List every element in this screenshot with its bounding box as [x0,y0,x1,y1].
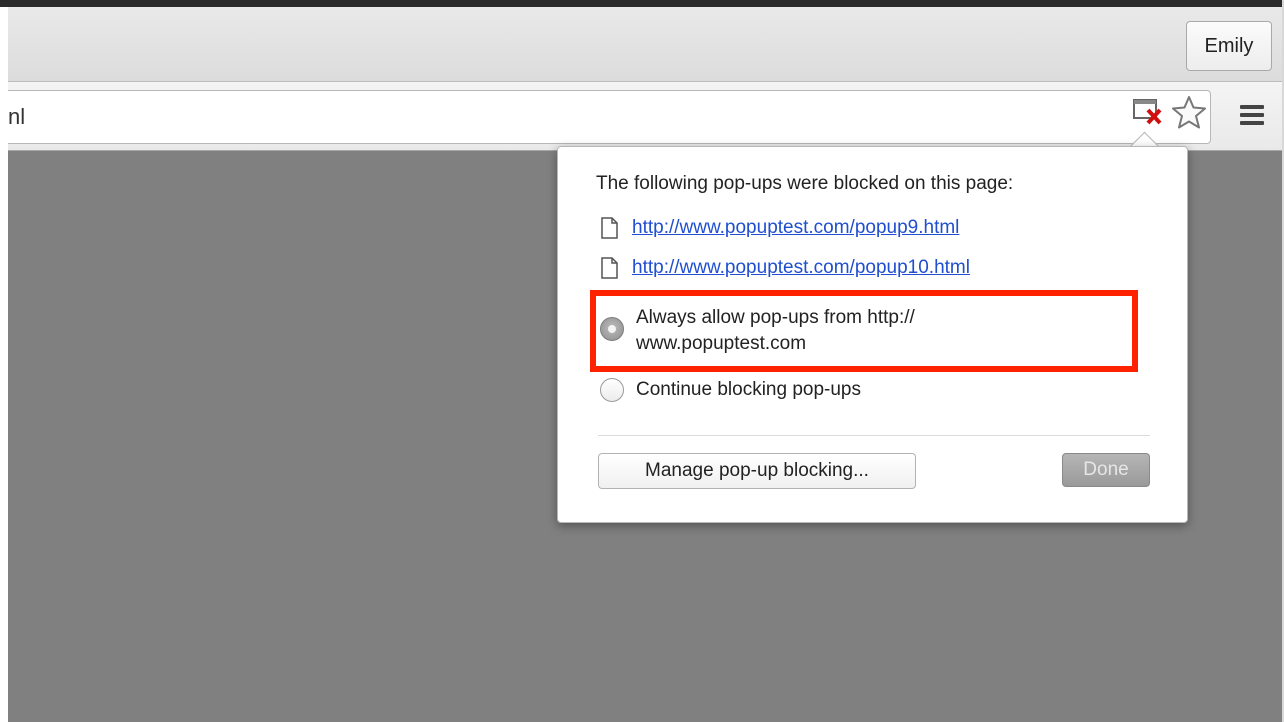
blocked-popup-link[interactable]: http://www.popuptest.com/popup9.html [632,217,959,239]
separator [598,435,1150,436]
toolbar: nl [8,82,1282,151]
top-edge [0,0,1284,7]
document-icon [601,257,618,279]
blocked-popup-link[interactable]: http://www.popuptest.com/popup10.html [632,257,970,279]
omnibox[interactable]: nl [8,90,1211,144]
blocked-popup-item[interactable]: http://www.popuptest.com/popup9.html [600,215,959,241]
star-icon[interactable] [1170,94,1208,130]
tab-strip [8,7,1282,82]
done-button[interactable]: Done [1062,453,1150,487]
hamburger-menu-icon[interactable] [1240,105,1264,127]
continue-blocking-radio[interactable] [600,378,624,402]
popup-blocked-icon[interactable] [1132,96,1166,126]
continue-blocking-label: Continue blocking pop-ups [636,379,861,400]
continue-blocking-option[interactable]: Continue blocking pop-ups [600,377,861,403]
document-icon [601,217,618,239]
omnibox-text[interactable]: nl [8,104,25,130]
left-edge [0,0,8,722]
blocked-popup-item[interactable]: http://www.popuptest.com/popup10.html [600,255,970,281]
bubble-title: The following pop-ups were blocked on th… [596,173,1014,194]
highlight-annotation-box [590,290,1138,372]
profile-button[interactable]: Emily [1186,21,1272,71]
manage-popup-blocking-button[interactable]: Manage pop-up blocking... [598,453,916,489]
browser-window: Emily nl The following pop-ups were bloc… [0,0,1284,722]
